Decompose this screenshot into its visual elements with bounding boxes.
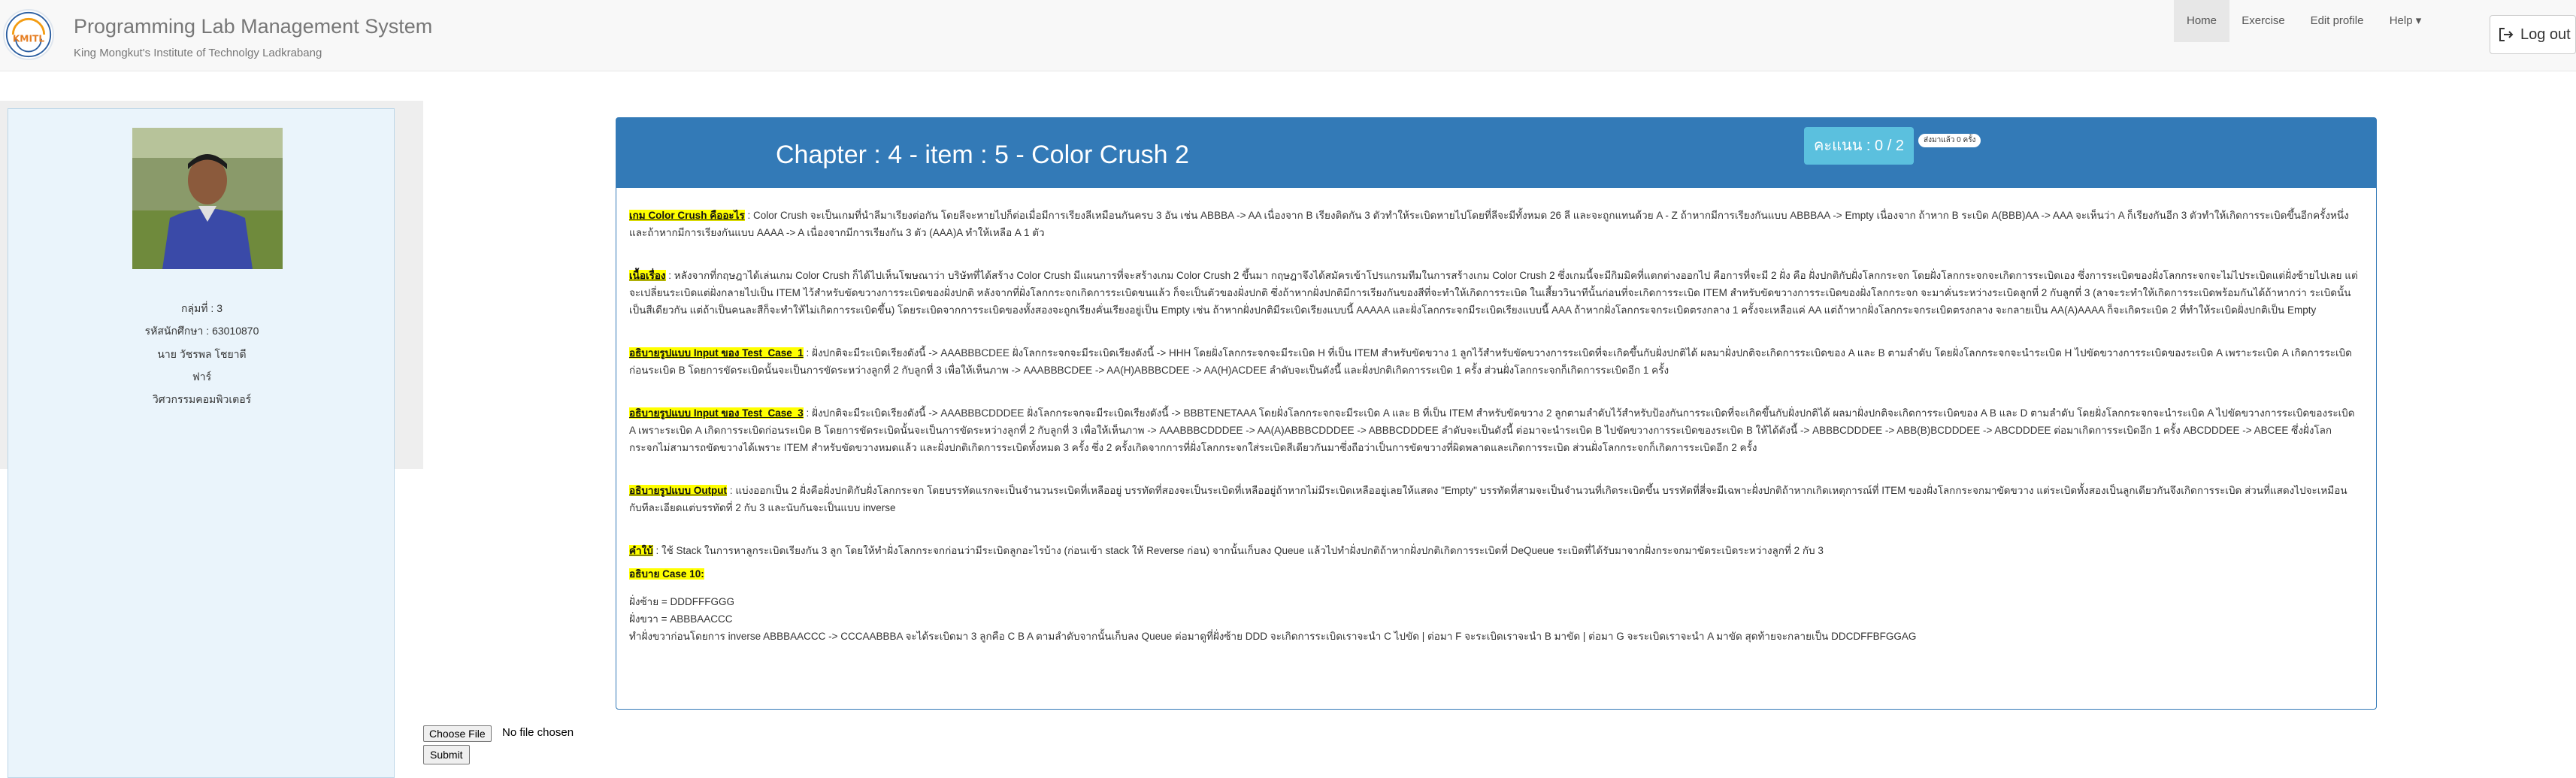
description-paragraph: เกม Color Crush คืออะไร : Color Crush จะ… [629,207,2358,241]
logout-label: Log out [2520,26,2571,43]
top-navbar: KMITL Programming Lab Management System … [0,0,2576,71]
paragraph-text: : Color Crush จะเป็นเกมที่นำลีมาเรียงต่อ… [629,210,2349,238]
description-paragraph: อธิบายรูปแบบ Input ของ Test_Case_1 : ฝั่… [629,344,2358,379]
choose-file-button[interactable]: Choose File [423,725,492,742]
paragraph-text: : แบ่งออกเป็น 2 ฝั่งคือฝั่งปกติกับฝั่งโล… [629,485,2347,513]
example-line: ทำฝั่งขวาก่อนโดยการ inverse ABBBAACCC ->… [629,631,1917,642]
paragraph-heading: คำใบ้ [629,545,653,556]
score-badge: คะแนน : 0 / 2 [1804,127,1914,165]
logout-icon [2499,28,2514,41]
logout-button[interactable]: Log out [2490,15,2576,54]
paragraph-text: : ฝั่งปกติจะมีระเบิดเรียงดังนี้ -> AAABB… [629,347,2352,376]
paragraph-text: : ฝั่งปกติจะมีระเบิดเรียงดังนี้ -> AAABB… [629,407,2355,453]
nav-home[interactable]: Home [2174,0,2229,42]
paragraph-text: : ใช้ Stack ในการหาลูกระเบิดเรียงกัน 3 ล… [652,545,1824,556]
paragraph-heading: เกม Color Crush คืออะไร [629,210,745,221]
kmitl-logo[interactable]: KMITL [3,9,54,60]
example-line: ฝั่งขวา = ABBBAACCC [629,613,733,625]
example-line: ฝั่งซ้าย = DDDFFFGGG [629,596,735,607]
paragraph-heading: เนื้อเรื่อง [629,270,666,281]
profile-group: กลุ่มที่ : 3 [181,302,222,314]
submit-button[interactable]: Submit [423,745,470,764]
paragraph-heading: อธิบายรูปแบบ Output [629,485,728,496]
profile-panel: กลุ่มที่ : 3 รหัสนักศึกษา : 63010870 นาย… [8,108,395,778]
description-paragraph: คำใบ้ : ใช้ Stack ในการหาลูกระเบิดเรียงก… [629,542,2358,559]
nav-help-dropdown[interactable]: Help ▾ [2377,0,2434,42]
paragraph-heading: อธิบายรูปแบบ Input ของ Test_Case_1 [629,347,804,359]
description-paragraph: อธิบายรูปแบบ Input ของ Test_Case_3 : ฝั่… [629,404,2358,456]
paragraph-text: : หลังจากที่กฤษฎาได้เล่นเกม Color Crush … [629,270,2358,316]
profile-photo [132,128,283,269]
description-paragraph: อธิบายรูปแบบ Output : แบ่งออกเป็น 2 ฝั่ง… [629,482,2358,516]
logo-text: KMITL [13,33,45,44]
profile-faculty: วิศวกรรมคอมพิวเตอร์ [152,393,252,405]
problem-panel: Chapter : 4 - item : 5 - Color Crush 2 ค… [616,117,2377,710]
problem-description: เกม Color Crush คืออะไร : Color Crush จะ… [629,207,2358,645]
problem-header: Chapter : 4 - item : 5 - Color Crush 2 ค… [616,118,2376,188]
nav-edit-profile[interactable]: Edit profile [2297,0,2377,42]
paragraph-heading: อธิบายรูปแบบ Input ของ Test_Case_3 [629,407,804,419]
example-heading-line: อธิบาย Case 10: [629,565,2358,583]
nav-exercise[interactable]: Exercise [2229,0,2297,42]
app-subtitle: King Mongkut's Institute of Technolgy La… [74,47,322,59]
example-heading: อธิบาย Case 10: [629,568,704,580]
submission-count-badge: ส่งมาแล้ว 0 ครั้ง [1918,134,1981,147]
problem-title: Chapter : 4 - item : 5 - Color Crush 2 [776,141,1189,169]
file-status-text: No file chosen [502,726,574,739]
profile-student-id: รหัสนักศึกษา : 63010870 [144,325,259,337]
profile-name: นาย วัชรพล โชยาดี [157,348,247,360]
app-title[interactable]: Programming Lab Management System [74,15,432,38]
profile-nickname: ฟาร์ [192,371,212,383]
description-paragraph: เนื้อเรื่อง : หลังจากที่กฤษฎาได้เล่นเกม … [629,267,2358,319]
